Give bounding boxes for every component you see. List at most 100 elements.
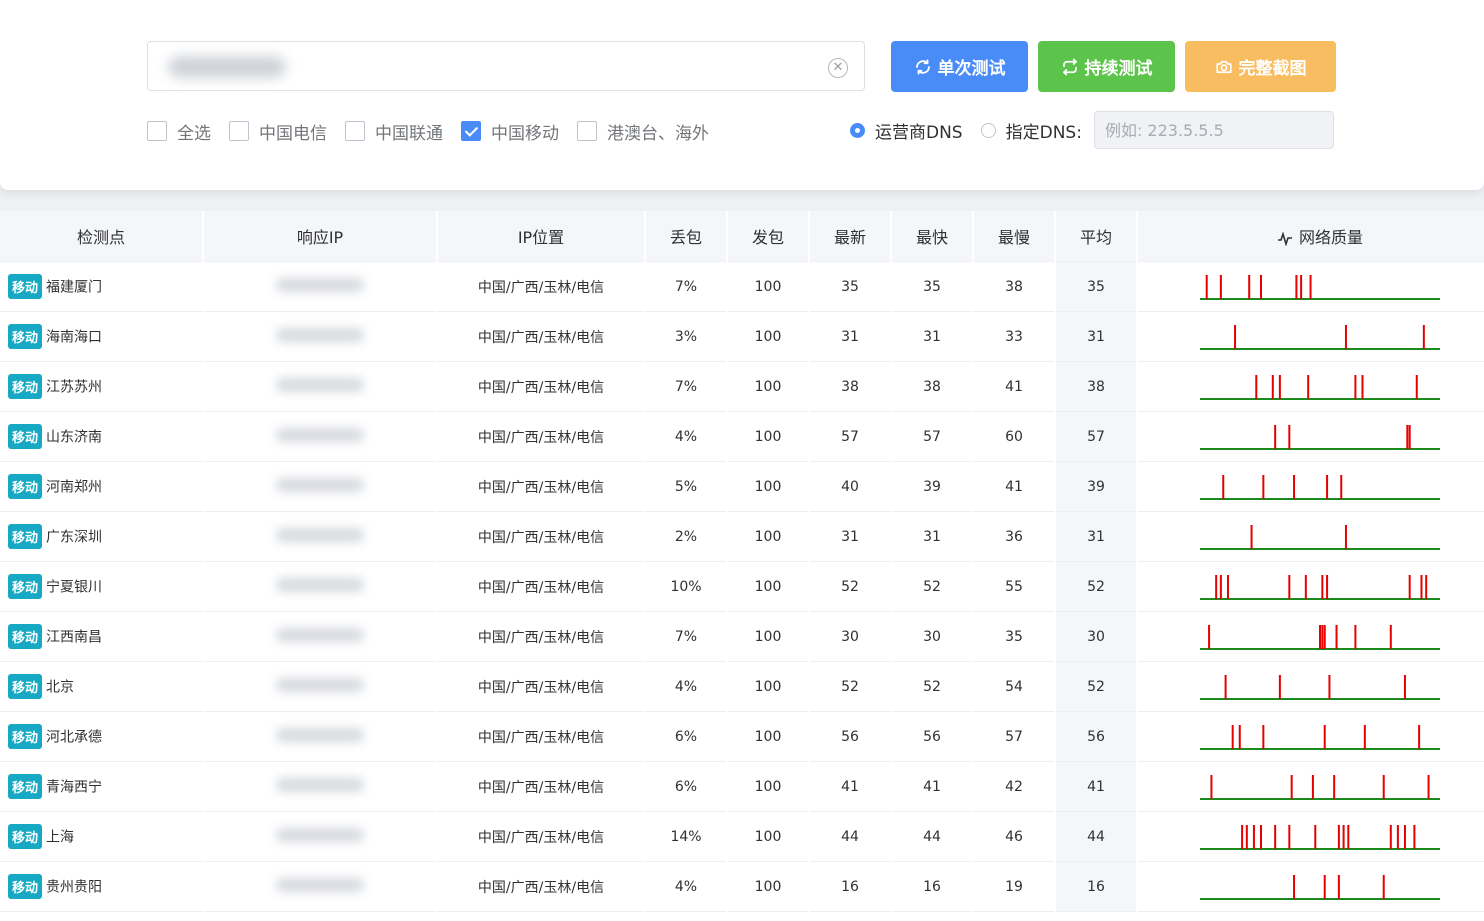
single-test-button[interactable]: 单次测试 (891, 41, 1028, 92)
loss-cell: 10% (646, 562, 726, 612)
table-row[interactable]: 移动 北京 中国/广西/玉林/电信 4% 100 52 52 54 52 (0, 662, 1484, 712)
table-row[interactable]: 移动 江苏苏州 中国/广西/玉林/电信 7% 100 38 38 41 38 (0, 362, 1484, 412)
filter-overseas[interactable]: 港澳台、海外 (577, 119, 709, 144)
filter-label: 港澳台、海外 (607, 123, 709, 144)
location-cell: 中国/广西/玉林/电信 (438, 562, 644, 612)
checkbox[interactable] (345, 121, 365, 141)
radio-selected[interactable] (850, 122, 865, 138)
filter-label: 全选 (177, 123, 211, 144)
checkbox[interactable] (147, 121, 167, 141)
latest-cell: 41 (810, 762, 890, 812)
isp-tag: 移动 (8, 324, 43, 349)
average-cell: 35 (1056, 262, 1136, 312)
filter-all[interactable]: 全选 (147, 119, 211, 144)
sent-cell: 100 (728, 662, 808, 712)
custom-dns-input[interactable] (1093, 111, 1334, 149)
dns-selector: 运营商DNS 指定DNS: (850, 111, 1334, 149)
quality-cell (1138, 462, 1484, 512)
header-quality-label: 网络质量 (1298, 228, 1363, 247)
latest-cell: 52 (810, 562, 890, 612)
continuous-test-button[interactable]: 持续测试 (1038, 41, 1175, 92)
site-cell: 移动 宁夏银川 (0, 562, 202, 612)
table-row[interactable]: 移动 上海 中国/广西/玉林/电信 14% 100 44 44 46 44 (0, 812, 1484, 862)
latest-cell: 31 (810, 512, 890, 562)
latest-cell: 56 (810, 712, 890, 762)
loss-cell: 7% (646, 362, 726, 412)
quality-sparkline (1200, 724, 1440, 750)
header-location[interactable]: IP位置 (438, 211, 644, 262)
sent-cell: 100 (728, 812, 808, 862)
sent-cell: 100 (728, 612, 808, 662)
checkbox[interactable] (229, 121, 249, 141)
ip-cell (204, 862, 436, 912)
average-cell: 57 (1056, 412, 1136, 462)
table-row[interactable]: 移动 青海西宁 中国/广西/玉林/电信 6% 100 41 41 42 41 (0, 762, 1484, 812)
filter-unicom[interactable]: 中国联通 (345, 119, 443, 144)
table-row[interactable]: 移动 海南海口 中国/广西/玉林/电信 3% 100 31 31 33 31 (0, 312, 1484, 362)
table-row[interactable]: 移动 宁夏银川 中国/广西/玉林/电信 10% 100 52 52 55 52 (0, 562, 1484, 612)
target-input[interactable] (158, 48, 822, 86)
isp-tag: 移动 (8, 824, 43, 849)
location-cell: 中国/广西/玉林/电信 (438, 662, 644, 712)
header-average[interactable]: 平均 (1056, 211, 1136, 262)
loss-cell: 5% (646, 462, 726, 512)
screenshot-button[interactable]: 完整截图 (1185, 41, 1336, 92)
header-latest[interactable]: 最新 (810, 211, 890, 262)
table-row[interactable]: 移动 山东济南 中国/广西/玉林/电信 4% 100 57 57 60 57 (0, 412, 1484, 462)
quality-cell (1138, 712, 1484, 762)
slowest-cell: 46 (974, 812, 1054, 862)
latest-cell: 16 (810, 862, 890, 912)
loss-cell: 2% (646, 512, 726, 562)
table-row[interactable]: 移动 河北承德 中国/广西/玉林/电信 6% 100 56 56 57 56 (0, 712, 1484, 762)
results-table-container: 检测点 响应IP IP位置 丢包 发包 最新 最快 最慢 平均 网络质量 移动福… (0, 211, 1484, 921)
table-row[interactable]: 移动 江西南昌 中国/广西/玉林/电信 7% 100 30 30 35 30 (0, 612, 1484, 662)
redacted-ip (276, 377, 364, 392)
slowest-cell: 36 (974, 512, 1054, 562)
quality-cell (1138, 862, 1484, 912)
location-cell: 中国/广西/玉林/电信 (438, 862, 644, 912)
table-row[interactable]: 移动 福建厦门 中国/广西/玉林/电信 7% 100 35 35 38 35 (0, 262, 1484, 312)
loss-cell: 4% (646, 662, 726, 712)
ip-cell (204, 762, 436, 812)
table-row[interactable]: 移动 河南郑州 中国/广西/玉林/电信 5% 100 40 39 41 39 (0, 462, 1484, 512)
location-cell: 中国/广西/玉林/电信 (438, 812, 644, 862)
header-sent[interactable]: 发包 (728, 211, 808, 262)
custom-dns-option[interactable]: 指定DNS: (980, 118, 1082, 143)
operator-dns-label: 运营商DNS (875, 122, 963, 143)
average-cell: 52 (1056, 562, 1136, 612)
target-search-box[interactable]: ✕ (147, 41, 865, 91)
average-cell: 31 (1056, 312, 1136, 362)
isp-tag: 移动 (8, 424, 43, 449)
loss-cell: 6% (646, 762, 726, 812)
latest-cell: 57 (810, 412, 890, 462)
loss-cell: 3% (646, 312, 726, 362)
filter-mobile[interactable]: 中国移动 (461, 119, 559, 144)
radio[interactable] (980, 122, 996, 138)
site-name: 青海西宁 (46, 779, 103, 796)
header-slowest[interactable]: 最慢 (974, 211, 1054, 262)
header-site[interactable]: 检测点 (0, 211, 202, 262)
header-ip[interactable]: 响应IP (204, 211, 436, 262)
clear-icon[interactable]: ✕ (828, 58, 848, 78)
quality-sparkline (1200, 574, 1440, 600)
isp-tag: 移动 (8, 724, 43, 749)
checkbox-checked[interactable] (461, 121, 481, 141)
redacted-ip (276, 327, 364, 342)
header-loss[interactable]: 丢包 (646, 211, 726, 262)
slowest-cell: 41 (974, 462, 1054, 512)
isp-tag: 移动 (8, 874, 43, 899)
latest-cell: 40 (810, 462, 890, 512)
slowest-cell: 19 (974, 862, 1054, 912)
fastest-cell: 39 (892, 462, 972, 512)
checkbox[interactable] (577, 121, 597, 141)
fastest-cell: 41 (892, 762, 972, 812)
table-row[interactable]: 移动 贵州贵阳 中国/广西/玉林/电信 4% 100 16 16 19 16 (0, 862, 1484, 912)
header-quality[interactable]: 网络质量 (1138, 211, 1484, 262)
sent-cell: 100 (728, 862, 808, 912)
table-row[interactable]: 移动 广东深圳 中国/广西/玉林/电信 2% 100 31 31 36 31 (0, 512, 1484, 562)
loss-cell: 6% (646, 712, 726, 762)
filter-telecom[interactable]: 中国电信 (229, 119, 327, 144)
fastest-cell: 56 (892, 712, 972, 762)
header-fastest[interactable]: 最快 (892, 211, 972, 262)
operator-dns-option[interactable]: 运营商DNS (850, 118, 963, 143)
